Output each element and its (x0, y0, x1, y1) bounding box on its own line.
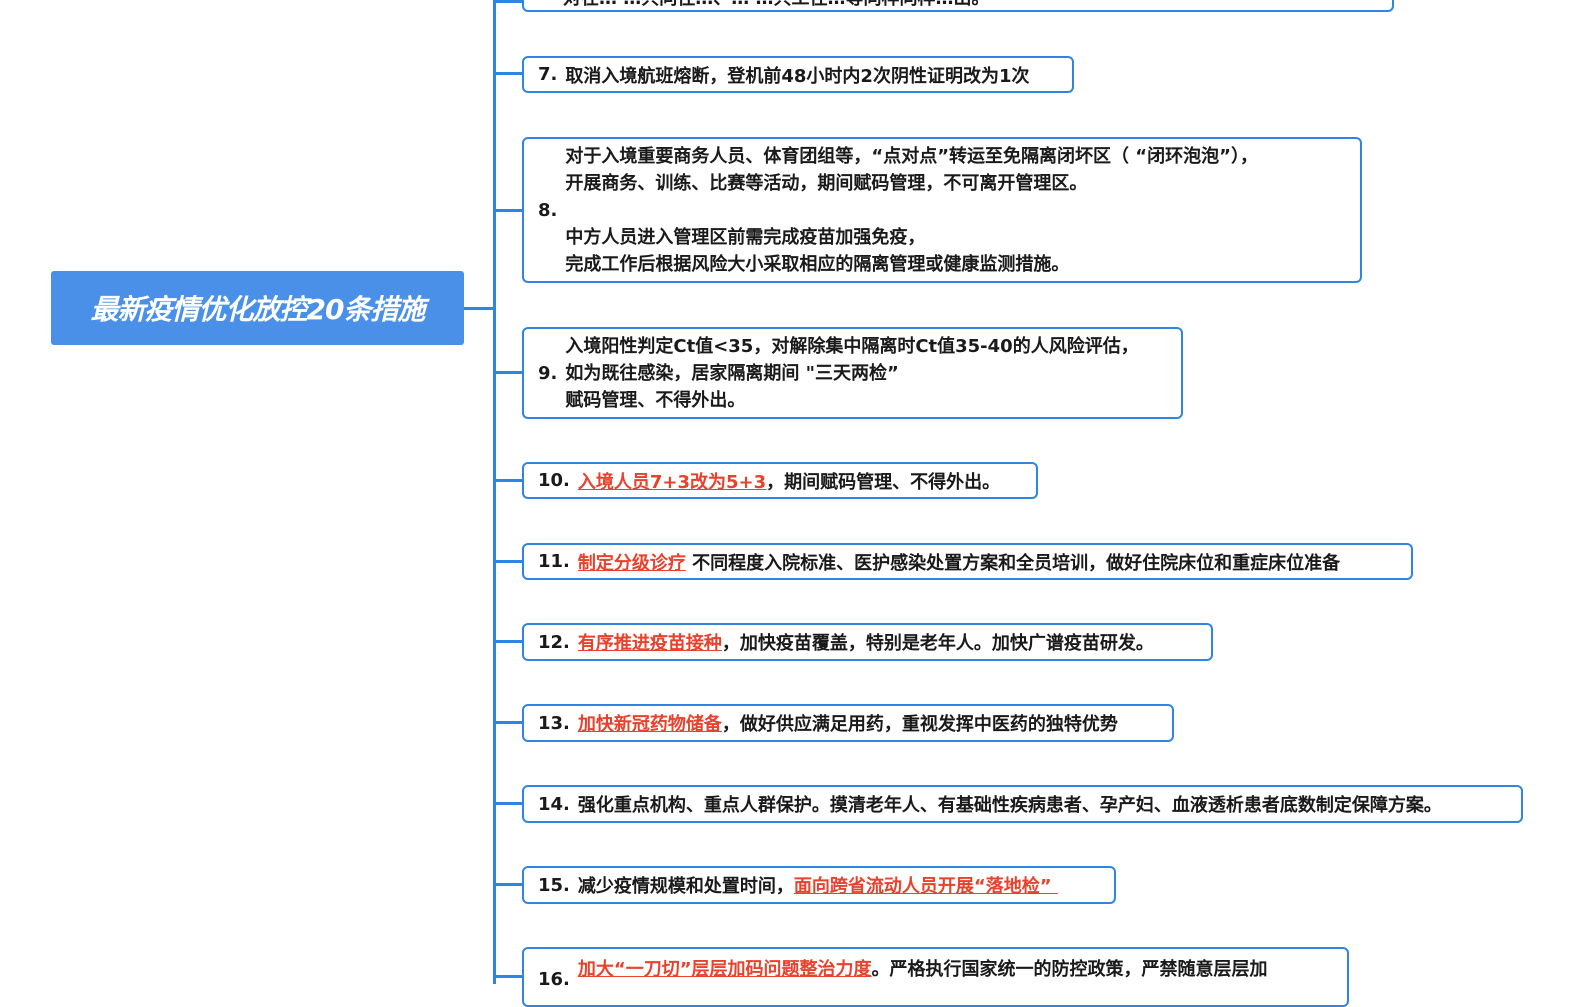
item-number: 13. (538, 712, 570, 734)
branch-connector (494, 72, 524, 75)
item-text: 减少疫情规模和处置时间， (577, 876, 794, 897)
item-line: 入境阳性判定Ct值<35，对解除集中隔离时Ct值35-40的人风险评估， (565, 335, 1139, 357)
topic-item-10[interactable]: 10. 入境人员7+3改为5+3 ，期间赋码管理、不得外出。 (522, 462, 1038, 499)
item-number: 10. (538, 470, 570, 491)
item-number: 11. (538, 551, 570, 572)
item-9-lines: 入境阳性判定Ct值<35，对解除集中隔离时Ct值35-40的人风险评估， 如为既… (565, 333, 1138, 414)
item-number: 14. (538, 793, 570, 815)
topic-item-13[interactable]: 13. 加快新冠药物储备 ，做好供应满足用药，重视发挥中医药的独特优势 (522, 704, 1174, 742)
branch-connector (494, 0, 524, 3)
branch-connector (494, 721, 524, 724)
branch-connector (494, 560, 524, 563)
item-number: 8. (538, 199, 558, 221)
topic-item-11[interactable]: 11. 制定分级诊疗 不同程度入院标准、医护感染处置方案和全员培训，做好住院床位… (522, 543, 1413, 580)
branch-connector (494, 479, 524, 482)
topic-item-8[interactable]: 8. 对于入境重要商务人员、体育团组等，“点对点”转运至免隔离闭坏区（ “闭环泡… (522, 137, 1362, 283)
highlight-link[interactable]: 有序推进疫苗接种 (578, 629, 722, 655)
topic-item-7[interactable]: 7. 取消入境航班熔断，登机前48小时内2次阴性证明改为1次 (522, 56, 1074, 93)
item-number: 12. (538, 631, 570, 653)
highlight-link[interactable]: 面向跨省流动人员开展“落地检” (794, 872, 1058, 898)
topic-item-12[interactable]: 12. 有序推进疫苗接种 ，加快疫苗覆盖，特别是老年人。加快广谱疫苗研发。 (522, 623, 1213, 661)
item-number: 7. (538, 64, 558, 85)
item-text: ，加快疫苗覆盖，特别是老年人。加快广谱疫苗研发。 (721, 633, 1154, 654)
item-line: 开展商务、训练、比赛等活动，期间赋码管理，不可离开管理区。 (565, 172, 1088, 194)
item-number: 15. (538, 874, 570, 896)
root-topic[interactable]: 最新疫情优化放控20条措施 (51, 271, 464, 345)
topic-item-9[interactable]: 9. 入境阳性判定Ct值<35，对解除集中隔离时Ct值35-40的人风险评估， … (522, 327, 1183, 419)
highlight-link[interactable]: 加大“一刀切”层层加码问题整治力度 (578, 955, 872, 981)
item-text: 不同程度入院标准、医护感染处置方案和全员培训，做好住院床位和重症床位准备 (685, 552, 1341, 574)
item-number: 9. (538, 362, 558, 384)
branch-connector (494, 209, 524, 212)
item-line: 赋码管理、不得外出。 (565, 389, 746, 411)
item-line: 完成工作后根据风险大小采取相应的隔离管理或健康监测措施。 (565, 253, 1070, 275)
mindmap-spine (493, 0, 496, 984)
item-text: 强化重点机构、重点人群保护。摸清老年人、有基础性疾病患者、孕产妇、血液透析患者底… (577, 795, 1442, 816)
highlight-link[interactable]: 入境人员7+3改为5+3 (578, 468, 766, 494)
topic-item-14[interactable]: 14. 强化重点机构、重点人群保护。摸清老年人、有基础性疾病患者、孕产妇、血液透… (522, 785, 1523, 823)
branch-connector (494, 802, 524, 805)
highlight-link[interactable]: 制定分级诊疗 (578, 549, 686, 575)
branch-connector (494, 975, 524, 978)
item-text: 取消入境航班熔断，登机前48小时内2次阴性证明改为1次 (565, 65, 1030, 87)
topic-item-15[interactable]: 15. 减少疫情规模和处置时间， 面向跨省流动人员开展“落地检” (522, 866, 1116, 904)
item-text: ，做好供应满足用药，重视发挥中医药的独特优势 (721, 714, 1118, 735)
branch-connector (494, 371, 524, 374)
item-line: 对于入境重要商务人员、体育团组等，“点对点”转运至免隔离闭坏区（ “闭环泡泡”）… (565, 145, 1258, 167)
topic-item-6-partial[interactable]: 对在… …共同往…、… …共工往…等同样同样…出。 (522, 0, 1394, 12)
highlight-link[interactable]: 加快新冠药物储备 (578, 710, 722, 736)
branch-connector (494, 640, 524, 643)
item-line: 中方人员进入管理区前需完成疫苗加强免疫， (565, 226, 926, 248)
item-line: 如为既往感染，居家隔离期间 "三天两检” (565, 362, 899, 384)
item-number: 16. (538, 969, 570, 990)
branch-connector (494, 883, 524, 886)
item-6-partial-text: 对在… …共同往…、… …共工往…等同样同样…出。 (538, 0, 990, 10)
item-text: ，期间赋码管理、不得外出。 (766, 471, 1001, 493)
root-connector (463, 307, 495, 310)
item-8-lines: 对于入境重要商务人员、体育团组等，“点对点”转运至免隔离闭坏区（ “闭环泡泡”）… (565, 143, 1258, 278)
topic-item-16[interactable]: 16. 加大“一刀切”层层加码问题整治力度 。严格执行国家统一的防控政策，严禁随… (522, 947, 1349, 1007)
item-text: 。严格执行国家统一的防控政策，严禁随意层层加 (871, 959, 1268, 980)
root-title: 最新疫情优化放控20条措施 (90, 293, 426, 326)
